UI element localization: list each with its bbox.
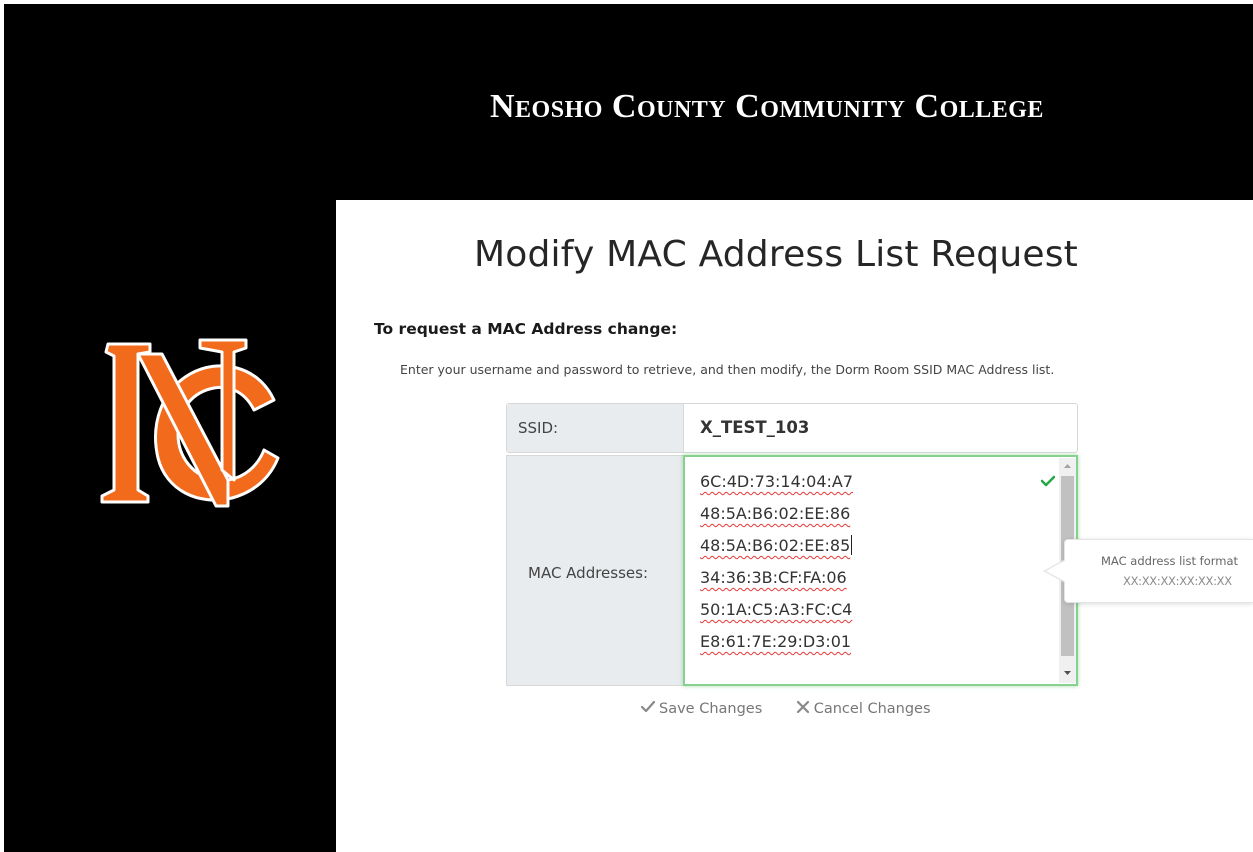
tooltip-arrow-inner — [1046, 560, 1066, 582]
text-caret — [851, 535, 853, 555]
mac-address-line: 48:5A:B6:02:EE:85 — [700, 535, 853, 555]
mac-address-line: E8:61:7E:29:D3:01 — [700, 632, 852, 651]
save-changes-label: Save Changes — [659, 701, 763, 717]
x-icon — [796, 700, 809, 714]
mac-addresses-textarea[interactable]: 6C:4D:73:14:04:A7 48:5A:B6:02:EE:86 48:5… — [683, 455, 1078, 686]
mac-addresses-row: MAC Addresses: 6C:4D:73:14:04:A7 48:5A:B… — [506, 455, 1078, 686]
mac-address-line: 48:5A:B6:02:EE:86 — [700, 504, 851, 523]
mac-request-form: SSID: X_TEST_103 MAC Addresses: 6C:4D:73… — [506, 403, 1078, 686]
section-heading: To request a MAC Address change: — [374, 320, 678, 338]
mac-address-line: 6C:4D:73:14:04:A7 — [700, 472, 854, 491]
format-tooltip: MAC address list format XX:XX:XX:XX:XX:X… — [1064, 539, 1253, 603]
ssid-label-cell: SSID: — [507, 404, 684, 452]
tooltip-format: XX:XX:XX:XX:XX:XX — [1123, 574, 1232, 588]
checkmark-icon — [1041, 475, 1055, 487]
mac-address-line: 34:36:3B:CF:FA:06 — [700, 568, 847, 587]
mac-address-line: 50:1A:C5:A3:FC:C4 — [700, 600, 853, 619]
ssid-label: SSID: — [518, 419, 559, 437]
page-title: Modify MAC Address List Request — [474, 234, 1078, 275]
form-actions: Save Changes Cancel Changes — [640, 700, 931, 722]
checkmark-icon — [640, 700, 656, 713]
scroll-down-arrow-icon[interactable] — [1059, 664, 1076, 681]
cancel-changes-button[interactable]: Cancel Changes — [795, 700, 931, 717]
mac-addresses-label: MAC Addresses: — [528, 564, 649, 582]
tooltip-title: MAC address list format — [1101, 554, 1239, 568]
save-changes-button[interactable]: Save Changes — [640, 700, 762, 717]
nc-monogram-logo — [100, 338, 280, 508]
scroll-up-arrow-icon[interactable] — [1059, 458, 1076, 475]
instructions-text: Enter your username and password to retr… — [400, 362, 1055, 377]
college-name-banner: Neosho County Community College — [490, 88, 1044, 125]
logo-letter-n-stem — [100, 342, 152, 504]
ssid-row: SSID: X_TEST_103 — [506, 403, 1078, 453]
mac-label-cell: MAC Addresses: — [506, 455, 683, 686]
mac-address-lines: 6C:4D:73:14:04:A7 48:5A:B6:02:EE:86 48:5… — [700, 469, 853, 661]
ssid-value: X_TEST_103 — [700, 418, 810, 437]
cancel-changes-label: Cancel Changes — [813, 701, 931, 717]
